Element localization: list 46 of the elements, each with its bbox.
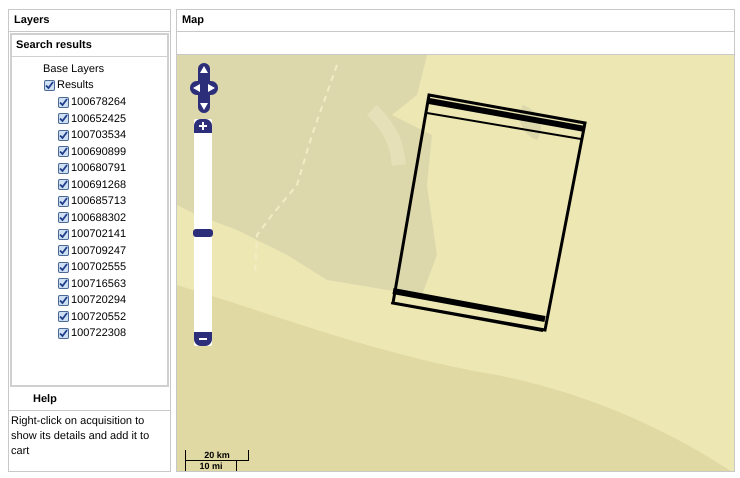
scale-bar: 20 km bbox=[185, 450, 249, 461]
checkbox[interactable] bbox=[58, 96, 69, 108]
checkbox[interactable] bbox=[58, 212, 69, 224]
checkbox[interactable] bbox=[58, 262, 69, 273]
checkbox[interactable] bbox=[44, 80, 55, 91]
checkbox[interactable] bbox=[58, 278, 69, 290]
tree-item[interactable]: 100720552 bbox=[71, 308, 126, 325]
tree-item[interactable]: 100685713 bbox=[71, 193, 126, 210]
tree-item[interactable]: 100722308 bbox=[71, 325, 126, 342]
tree-item[interactable]: Results bbox=[57, 77, 94, 94]
tree-item[interactable]: 100703534 bbox=[71, 127, 126, 144]
panel-title: Help bbox=[9, 389, 170, 411]
checkbox[interactable] bbox=[58, 196, 69, 207]
zoom-in-button[interactable] bbox=[194, 119, 212, 133]
checkbox[interactable] bbox=[58, 245, 69, 256]
pan-control[interactable] bbox=[190, 63, 218, 113]
checkbox[interactable] bbox=[58, 179, 69, 190]
tree-item[interactable]: 100678264 bbox=[71, 94, 126, 110]
checkbox[interactable] bbox=[58, 294, 69, 306]
scale-bar: 10 mi bbox=[185, 461, 237, 471]
zoom-thumb[interactable] bbox=[193, 228, 213, 236]
tree-item[interactable]: Base Layers bbox=[43, 61, 104, 77]
checkbox[interactable] bbox=[58, 113, 69, 124]
checkbox[interactable] bbox=[58, 228, 69, 240]
zoom-slider[interactable] bbox=[194, 119, 212, 346]
tree-item[interactable]: 100688302 bbox=[71, 210, 126, 226]
tree-item[interactable]: 100709247 bbox=[71, 242, 126, 259]
zoom-out-button[interactable] bbox=[194, 332, 212, 346]
checkbox[interactable] bbox=[58, 311, 69, 322]
panel-title: Search results bbox=[12, 35, 167, 57]
checkbox[interactable] bbox=[58, 146, 69, 158]
tree-item[interactable]: 100652425 bbox=[71, 110, 126, 127]
checkbox[interactable] bbox=[58, 162, 69, 174]
help-text: Right-click on acquisition to show its details and add it to cart bbox=[10, 414, 150, 459]
checkbox[interactable] bbox=[58, 130, 69, 141]
tree-item[interactable]: 100720294 bbox=[71, 292, 126, 308]
plus-icon bbox=[198, 121, 208, 131]
tree-item[interactable]: 100690899 bbox=[71, 144, 126, 160]
tree-item[interactable]: 100716563 bbox=[71, 276, 126, 292]
tree-item[interactable]: 100680791 bbox=[71, 160, 126, 176]
tree-item[interactable]: 100702141 bbox=[71, 226, 126, 242]
footprint-outline[interactable] bbox=[390, 93, 587, 332]
minus-icon bbox=[198, 337, 208, 341]
checkbox[interactable] bbox=[58, 328, 69, 339]
tree-item[interactable]: 100702555 bbox=[71, 259, 126, 276]
tree-item[interactable]: 100691268 bbox=[71, 176, 126, 193]
